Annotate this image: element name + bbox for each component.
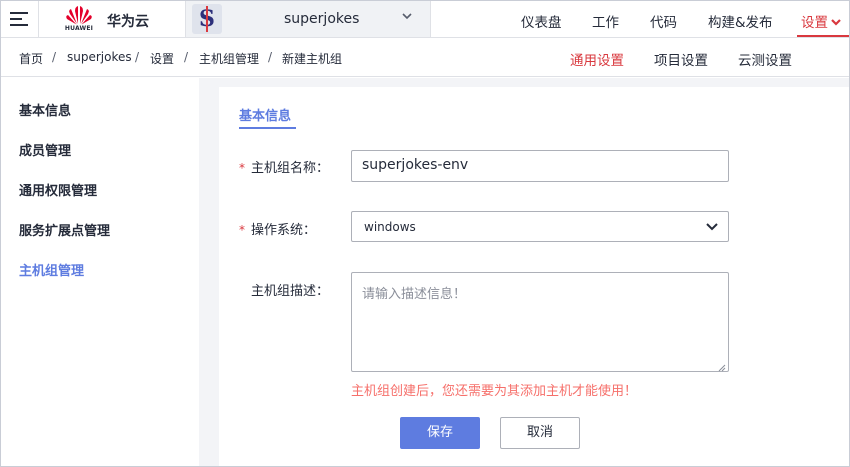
project-dollar-icon: S <box>192 4 222 34</box>
breadcrumb-project[interactable]: superjokes <box>67 50 132 64</box>
nav-work[interactable]: 工作 <box>592 11 619 31</box>
form-panel: 基本信息 * 主机组名称： superjokes-env * 操作系统： win… <box>219 87 849 466</box>
breadcrumb-home[interactable]: 首页 <box>19 50 43 67</box>
sidebar-item-basic-info[interactable]: 基本信息 <box>19 100 71 119</box>
project-name: superjokes <box>284 11 360 27</box>
content-area: 基本信息 成员管理 通用权限管理 服务扩展点管理 主机组管理 基本信息 * 主机… <box>1 78 849 466</box>
nav-dashboard[interactable]: 仪表盘 <box>521 11 562 31</box>
os-label: 操作系统： <box>251 223 317 238</box>
host-group-name-label: 主机组名称： <box>251 161 330 176</box>
breadcrumb-current: 新建主机组 <box>282 52 343 66</box>
chevron-down-icon <box>831 19 841 29</box>
required-mark: * <box>239 161 245 175</box>
tab-project-settings[interactable]: 项目设置 <box>654 49 708 69</box>
tab-active-underline <box>239 127 296 129</box>
desc-placeholder: 请输入描述信息！ <box>362 287 467 302</box>
tab-general-settings[interactable]: 通用设置 <box>570 49 624 69</box>
os-select[interactable]: windows <box>351 211 729 242</box>
breadcrumb-host-group[interactable]: 主机组管理 <box>199 50 259 67</box>
nav-settings-label: 设置 <box>801 15 828 31</box>
sidebar: 基本信息 成员管理 通用权限管理 服务扩展点管理 主机组管理 <box>1 78 199 466</box>
logo-subtext: HUAWEI <box>64 25 94 32</box>
host-group-name-value: superjokes-env <box>362 157 469 173</box>
host-group-name-input[interactable]: superjokes-env <box>351 150 729 182</box>
breadcrumb-separator: / <box>135 50 140 64</box>
add-host-hint: 主机组创建后，您还需要为其添加主机才能使用！ <box>351 384 638 399</box>
cancel-button[interactable]: 取消 <box>500 417 580 449</box>
nav-active-underline <box>797 35 849 37</box>
required-mark: * <box>239 223 245 237</box>
host-group-desc-label: 主机组描述： <box>251 284 330 299</box>
breadcrumb-separator: / <box>268 50 273 64</box>
sidebar-item-service-endpoints[interactable]: 服务扩展点管理 <box>19 220 110 239</box>
breadcrumb-separator: / <box>52 50 57 64</box>
breadcrumb-separator: / <box>184 50 189 64</box>
brand-name[interactable]: 华为云 <box>107 11 149 31</box>
top-bar: HUAWEI 华为云 S superjokes 仪表盘 工作 代码 构建&发布 … <box>1 1 849 38</box>
nav-code[interactable]: 代码 <box>650 11 677 31</box>
chevron-down-icon <box>402 12 412 23</box>
huawei-logo[interactable]: HUAWEI <box>61 5 97 35</box>
nav-build-release[interactable]: 构建&发布 <box>708 11 773 31</box>
sidebar-item-host-groups[interactable]: 主机组管理 <box>19 260 84 279</box>
menu-icon[interactable] <box>1 1 39 37</box>
project-switcher[interactable]: S superjokes <box>185 1 431 37</box>
host-group-desc-textarea[interactable]: 请输入描述信息！ <box>351 272 729 372</box>
sidebar-item-members[interactable]: 成员管理 <box>19 140 71 159</box>
chevron-down-icon <box>705 216 719 236</box>
breadcrumb-settings[interactable]: 设置 <box>150 50 174 67</box>
resize-grip-icon[interactable] <box>718 361 726 372</box>
save-button[interactable]: 保存 <box>400 417 480 449</box>
tab-cloud-test-settings[interactable]: 云测设置 <box>738 49 792 69</box>
sub-bar: 首页 / superjokes / 设置 / 主机组管理 / 新建主机组 通用设… <box>1 38 849 77</box>
nav-settings[interactable]: 设置 <box>801 11 841 31</box>
os-select-value: windows <box>364 220 416 234</box>
tab-basic-info[interactable]: 基本信息 <box>239 105 291 124</box>
sidebar-item-permissions[interactable]: 通用权限管理 <box>19 180 97 199</box>
